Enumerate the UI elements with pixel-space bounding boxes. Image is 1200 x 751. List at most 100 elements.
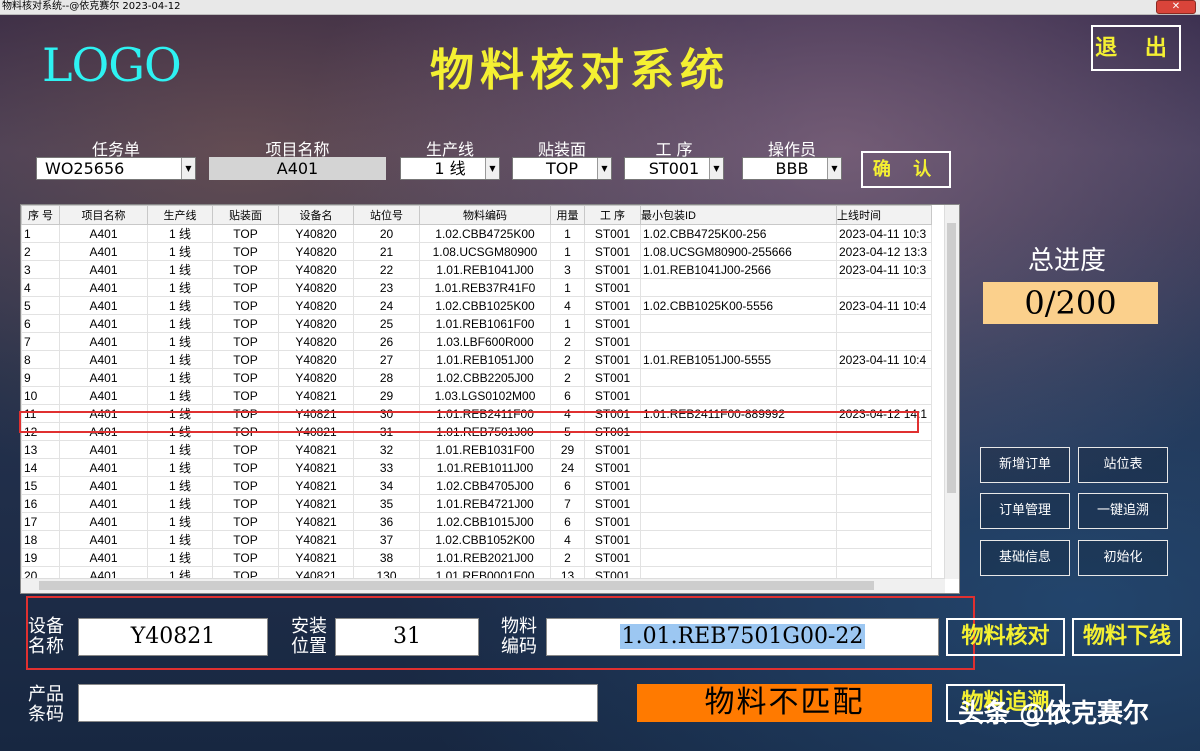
column-header[interactable]: 工 序 — [584, 205, 641, 225]
barcode-field[interactable] — [78, 684, 598, 722]
column-header[interactable]: 最小包装ID — [640, 205, 837, 225]
scroll-thumb[interactable] — [39, 581, 874, 590]
table-cell: TOP — [212, 314, 279, 333]
trace-button[interactable]: 一键追溯 — [1078, 493, 1168, 529]
order-manage-button[interactable]: 订单管理 — [980, 493, 1070, 529]
table-row[interactable]: 16 A401 1 线 TOP Y40821 35 1.01.REB4721J00 7 ST00… — [21, 494, 932, 513]
scroll-thumb[interactable] — [947, 223, 956, 493]
table-cell: TOP — [212, 494, 279, 513]
table-cell — [836, 368, 932, 387]
table-row[interactable]: 8 A401 1 线 TOP Y40820 27 1.01.REB1051J00 2 ST001… — [21, 350, 932, 369]
table-cell — [640, 512, 837, 531]
operator-value: BBB — [775, 159, 809, 178]
table-cell: 1 — [550, 314, 585, 333]
chevron-down-icon[interactable]: ▼ — [597, 158, 611, 179]
table-row[interactable]: 10 A401 1 线 TOP Y40821 29 1.03.LGS0102M00 6 ST00… — [21, 386, 932, 405]
column-header[interactable]: 项目名称 — [59, 205, 148, 225]
process-select[interactable]: ST001 ▼ — [624, 157, 724, 180]
table-cell: A401 — [59, 530, 148, 549]
table-row[interactable]: 5 A401 1 线 TOP Y40820 24 1.02.CBB1025K00 4 ST001… — [21, 296, 932, 315]
table-cell: 35 — [353, 494, 420, 513]
horizontal-scrollbar[interactable] — [21, 578, 945, 593]
table-cell: 38 — [353, 548, 420, 567]
table-cell: 4 — [550, 296, 585, 315]
table-cell: 1 线 — [147, 386, 213, 405]
order-select[interactable]: WO25656 ▼ — [36, 157, 196, 180]
table-cell: ST001 — [584, 314, 641, 333]
table-row[interactable]: 2 A401 1 线 TOP Y40820 21 1.08.UCSGM80900 1 ST001… — [21, 242, 932, 261]
table-cell: 36 — [353, 512, 420, 531]
confirm-button[interactable]: 确 认 — [861, 151, 951, 188]
table-row[interactable]: 19 A401 1 线 TOP Y40821 38 1.01.REB2021J00 2 ST00… — [21, 548, 932, 567]
table-row[interactable]: 15 A401 1 线 TOP Y40821 34 1.02.CBB4705J00 6 ST00… — [21, 476, 932, 495]
table-row[interactable]: 4 A401 1 线 TOP Y40820 23 1.01.REB37R41F0 1 ST001 — [21, 278, 932, 297]
table-cell: A401 — [59, 494, 148, 513]
table-cell: 1.02.CBB2205J00 — [419, 368, 551, 387]
device-field[interactable]: Y40821 — [78, 618, 268, 656]
table-row[interactable]: 17 A401 1 线 TOP Y40821 36 1.02.CBB1015J00 6 ST00… — [21, 512, 932, 531]
table-cell: 16 — [21, 494, 60, 513]
vertical-scrollbar[interactable] — [944, 205, 959, 579]
side-value: TOP — [545, 159, 578, 178]
new-order-button[interactable]: 新增订单 — [980, 447, 1070, 483]
side-select[interactable]: TOP ▼ — [512, 157, 612, 180]
operator-select[interactable]: BBB ▼ — [742, 157, 842, 180]
table-cell: 22 — [353, 260, 420, 279]
table-cell: 2 — [550, 548, 585, 567]
position-field[interactable]: 31 — [335, 618, 479, 656]
table-cell: 1 — [550, 242, 585, 261]
table-cell: 1 线 — [147, 260, 213, 279]
table-cell: TOP — [212, 260, 279, 279]
exit-button[interactable]: 退 出 — [1091, 25, 1181, 71]
table-row[interactable]: 14 A401 1 线 TOP Y40821 33 1.01.REB1011J00 24 ST0… — [21, 458, 932, 477]
table-cell — [836, 386, 932, 405]
column-header[interactable]: 站位号 — [353, 205, 420, 225]
chevron-down-icon[interactable]: ▼ — [709, 158, 723, 179]
table-cell: 13 — [21, 440, 60, 459]
table-cell — [836, 332, 932, 351]
table-cell: 1.03.LBF600R000 — [419, 332, 551, 351]
window-close-button[interactable]: ✕ — [1156, 0, 1196, 14]
init-button[interactable]: 初始化 — [1078, 540, 1168, 576]
table-cell: 1 线 — [147, 512, 213, 531]
table-cell: ST001 — [584, 548, 641, 567]
table-row[interactable]: 7 A401 1 线 TOP Y40820 26 1.03.LBF600R000 2 ST001 — [21, 332, 932, 351]
table-row[interactable]: 18 A401 1 线 TOP Y40821 37 1.02.CBB1052K00 4 ST00… — [21, 530, 932, 549]
material-code-field[interactable]: 1.01.REB7501G00-22 — [546, 618, 939, 656]
column-header[interactable]: 序 号 — [21, 205, 60, 225]
column-header[interactable]: 设备名 — [278, 205, 354, 225]
table-cell: TOP — [212, 440, 279, 459]
logo: LOGO — [42, 38, 182, 92]
table-cell: 1 线 — [147, 458, 213, 477]
base-info-button[interactable]: 基础信息 — [980, 540, 1070, 576]
line-select[interactable]: 1 线 ▼ — [400, 157, 500, 180]
table-cell: TOP — [212, 530, 279, 549]
material-offline-button[interactable]: 物料下线 — [1072, 618, 1182, 656]
column-header[interactable]: 贴装面 — [212, 205, 279, 225]
table-cell: 7 — [21, 332, 60, 351]
column-header[interactable]: 上线时间 — [836, 205, 932, 225]
chevron-down-icon[interactable]: ▼ — [827, 158, 841, 179]
table-row[interactable]: 13 A401 1 线 TOP Y40821 32 1.01.REB1031F00 29 ST0… — [21, 440, 932, 459]
table-row[interactable]: 6 A401 1 线 TOP Y40820 25 1.01.REB1061F00 1 ST001 — [21, 314, 932, 333]
table-cell: 1.02.CBB1015J00 — [419, 512, 551, 531]
table-row[interactable]: 9 A401 1 线 TOP Y40820 28 1.02.CBB2205J00 2 ST001 — [21, 368, 932, 387]
column-header[interactable]: 物料编码 — [419, 205, 551, 225]
chevron-down-icon[interactable]: ▼ — [485, 158, 499, 179]
table-cell: Y40820 — [278, 224, 354, 243]
table-cell: A401 — [59, 296, 148, 315]
table-cell — [640, 476, 837, 495]
material-table[interactable]: 序 号项目名称 生产线 贴装面 设备名 站位号 物料编码 用量工 序最小包装ID 上线时间 1… — [20, 204, 960, 594]
table-cell: Y40821 — [278, 512, 354, 531]
table-cell: ST001 — [584, 530, 641, 549]
material-check-button[interactable]: 物料核对 — [946, 618, 1065, 656]
column-header[interactable]: 生产线 — [147, 205, 213, 225]
table-cell: A401 — [59, 548, 148, 567]
station-table-button[interactable]: 站位表 — [1078, 447, 1168, 483]
table-row[interactable]: 1 A401 1 线 TOP Y40820 20 1.02.CBB4725K00 1 ST001… — [21, 224, 932, 243]
chevron-down-icon[interactable]: ▼ — [181, 158, 195, 179]
table-cell: A401 — [59, 476, 148, 495]
table-cell: A401 — [59, 278, 148, 297]
table-row[interactable]: 3 A401 1 线 TOP Y40820 22 1.01.REB1041J00 3 ST001… — [21, 260, 932, 279]
column-header[interactable]: 用量 — [550, 205, 585, 225]
